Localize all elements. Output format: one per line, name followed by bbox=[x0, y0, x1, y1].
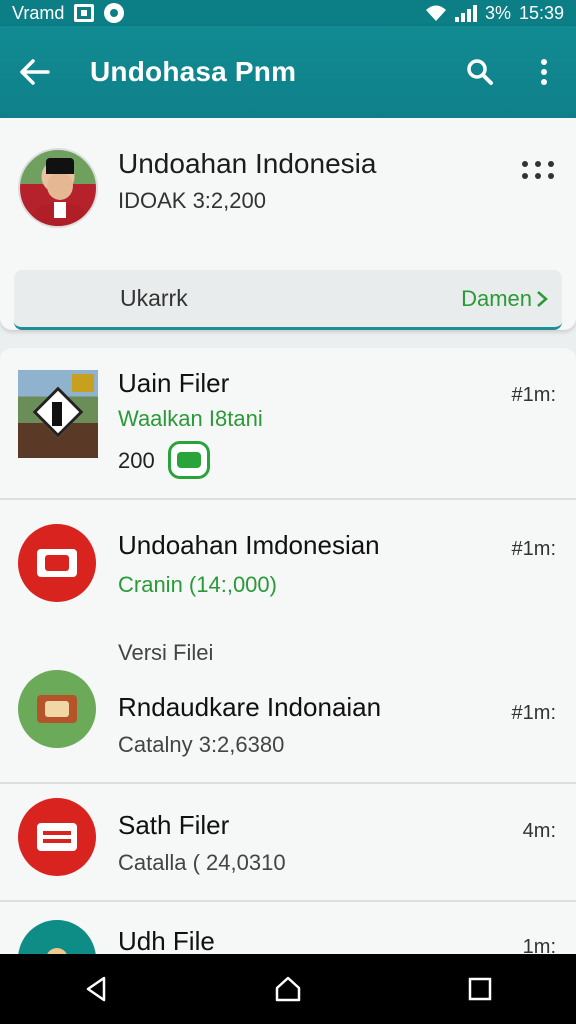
item-time: #1m: bbox=[511, 702, 556, 724]
overflow-menu-button[interactable] bbox=[512, 26, 576, 118]
chevron-right-icon bbox=[537, 290, 548, 307]
item-title: Rndaudkare Indonaian bbox=[118, 692, 382, 722]
notification-icon bbox=[74, 4, 95, 22]
item-icon bbox=[18, 798, 96, 876]
list-item[interactable]: Uain Filer Waalkan I8tani 200 #1m: bbox=[0, 348, 576, 498]
item-title: Uain Filer bbox=[118, 368, 230, 398]
home-icon bbox=[275, 976, 301, 1002]
list-item[interactable]: Rndaudkare Indonaian Catalny 3:2,6380 #1… bbox=[0, 658, 576, 784]
item-subtitle: Waalkan I8tani bbox=[118, 406, 263, 431]
search-icon bbox=[467, 59, 493, 85]
avatar[interactable] bbox=[18, 148, 98, 228]
sync-icon bbox=[104, 3, 125, 23]
item-time: 4m: bbox=[522, 820, 556, 842]
item-subtitle: Cranin (14:,000) bbox=[118, 572, 277, 597]
app-bar: Undohasa Pnm bbox=[0, 26, 576, 118]
item-thumbnail bbox=[18, 370, 98, 458]
more-vert-icon bbox=[541, 59, 547, 85]
item-title: Undoahan Imdonesian bbox=[118, 530, 380, 560]
item-subtitle: Catalny 3:2,6380 bbox=[118, 732, 285, 757]
search-button[interactable] bbox=[448, 26, 512, 118]
item-title: Udh File bbox=[118, 926, 215, 954]
nav-home-button[interactable] bbox=[248, 954, 328, 1024]
system-nav-bar bbox=[0, 954, 576, 1024]
dots-icon bbox=[522, 161, 528, 167]
status-bar: Vramd 3% 15:39 bbox=[0, 0, 576, 26]
profile-subtitle: IDOAK 3:2,200 bbox=[118, 188, 266, 213]
nav-back-button[interactable] bbox=[56, 954, 136, 1024]
list-item[interactable]: Udh File 1m: bbox=[0, 902, 576, 954]
page-title: Undohasa Pnm bbox=[90, 56, 297, 87]
battery-label: 3% bbox=[484, 2, 511, 23]
back-button[interactable] bbox=[0, 26, 70, 118]
item-count: 200 bbox=[118, 448, 155, 473]
item-time: #1m: bbox=[511, 384, 556, 406]
file-list: Uain Filer Waalkan I8tani 200 #1m: Undoa… bbox=[0, 348, 576, 954]
profile-name: Undoahan Indonesia bbox=[118, 148, 377, 179]
grid-menu-button[interactable] bbox=[518, 155, 558, 185]
item-time: 1m: bbox=[522, 936, 556, 954]
carrier-label: Vramd bbox=[12, 2, 65, 23]
item-icon bbox=[18, 524, 96, 602]
filter-label: Ukarrk bbox=[120, 285, 188, 311]
list-item[interactable]: Sath Filer Catalla ( 24,0310 4m: bbox=[0, 784, 576, 900]
signal-icon bbox=[454, 4, 477, 22]
filter-action-label: Damen bbox=[461, 285, 532, 311]
recents-icon bbox=[468, 977, 492, 1001]
back-triangle-icon bbox=[86, 976, 106, 1002]
filter-bar[interactable]: Ukarrk Damen bbox=[14, 270, 562, 330]
wifi-icon bbox=[425, 5, 446, 21]
arrow-left-icon bbox=[20, 59, 50, 85]
item-time: #1m: bbox=[511, 538, 556, 560]
clock: 15:39 bbox=[518, 2, 564, 23]
list-item[interactable]: Undoahan Imdonesian Cranin (14:,000) #1m… bbox=[0, 500, 576, 620]
badge-icon bbox=[168, 441, 210, 479]
item-title: Sath Filer bbox=[118, 810, 230, 840]
nav-recents-button[interactable] bbox=[440, 954, 520, 1024]
item-subtitle: Catalla ( 24,0310 bbox=[118, 850, 286, 875]
filter-action-link[interactable]: Damen bbox=[461, 286, 548, 312]
item-icon bbox=[18, 920, 96, 954]
item-icon bbox=[18, 670, 96, 748]
